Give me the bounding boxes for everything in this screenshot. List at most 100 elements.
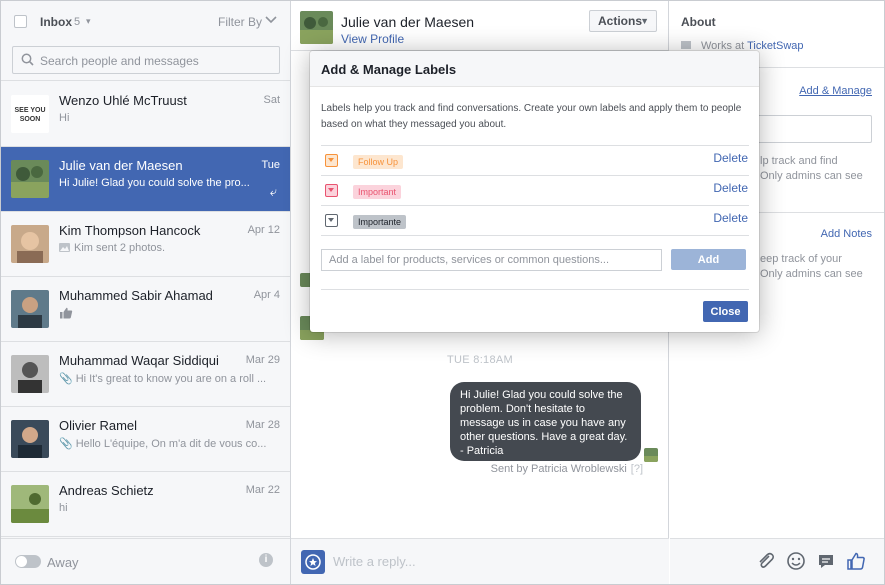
composer-tools	[670, 538, 884, 584]
avatar	[11, 160, 49, 198]
attachment-icon: 📎	[59, 438, 73, 450]
thread-snippet-text: Hi It's great to know you are on a roll …	[75, 373, 267, 385]
photo-icon	[59, 243, 70, 252]
sent-by-text: Sent by Patricia Wroblewski	[490, 463, 627, 475]
message-line: - Patricia	[460, 445, 504, 457]
caret-down-icon: ▼	[640, 16, 649, 26]
labels-help: lp track and find Only admins can see	[760, 154, 863, 184]
delete-label-button[interactable]: Delete	[713, 211, 748, 225]
attachment-icon: 📎	[59, 373, 73, 385]
label-tag: Importante	[353, 215, 407, 229]
label-dropdown-toggle[interactable]	[325, 214, 338, 227]
svg-text:SOON: SOON	[20, 116, 41, 123]
add-notes-link[interactable]: Add Notes	[821, 228, 872, 240]
thread-snippet-text: Kim sent 2 photos.	[74, 242, 166, 254]
thread-date: Mar 29	[245, 354, 280, 366]
search-icon	[21, 53, 34, 66]
label-tag: Follow Up	[353, 155, 404, 169]
away-toggle[interactable]	[15, 555, 41, 568]
thread-date: Mar 22	[245, 484, 280, 496]
thread-item-sabir[interactable]: Muhammed Sabir Ahamad Apr 4	[1, 277, 290, 342]
divider	[321, 289, 749, 290]
chevron-down-icon[interactable]	[265, 13, 277, 25]
thread-item-andreas[interactable]: Andreas Schietz Mar 22 hi	[1, 472, 290, 537]
thread-item-waqar[interactable]: Muhammad Waqar Siddiqui Mar 29 📎 Hi It's …	[1, 342, 290, 407]
thumbs-up-icon[interactable]	[846, 551, 866, 571]
thread-name: Andreas Schietz	[59, 483, 154, 498]
away-label: Away	[47, 555, 79, 570]
thread-name: Julie van der Maesen	[59, 158, 183, 173]
inbox-caret-icon[interactable]: ▾	[86, 16, 91, 27]
message-line: other questions. Have a great day.	[460, 431, 628, 443]
sent-by-help[interactable]: [?]	[631, 463, 643, 475]
notes-help-line: eep track of your	[760, 253, 842, 265]
label-dropdown-toggle[interactable]	[325, 184, 338, 197]
thread-name: Muhammed Sabir Ahamad	[59, 288, 213, 303]
compose-icon[interactable]	[301, 550, 325, 574]
inbox-label[interactable]: Inbox	[40, 15, 72, 29]
reply-arrow-icon: ⤶	[269, 184, 277, 199]
thread-item-julie[interactable]: Julie van der Maesen Tue Hi Julie! Glad …	[1, 147, 290, 212]
thread-snippet: 📎 Hi It's great to know you are on a roll…	[59, 372, 269, 385]
add-manage-labels-link[interactable]: Add & Manage	[799, 85, 872, 97]
thread-name: Muhammad Waqar Siddiqui	[59, 353, 219, 368]
actions-label: Actions	[598, 14, 643, 28]
dialog-title: Add & Manage Labels	[321, 62, 457, 77]
search-box[interactable]	[12, 46, 280, 74]
search-input[interactable]	[40, 51, 272, 70]
message-line: problem. Don't hesitate to	[460, 403, 586, 415]
label-row: Important Delete	[321, 175, 749, 205]
inbox-footer: Away i	[1, 538, 290, 584]
new-label-input[interactable]	[321, 249, 662, 271]
close-button[interactable]: Close	[703, 301, 748, 322]
thread-date: Apr 12	[247, 224, 280, 236]
thread-snippet: 📎 Hello L'équipe, On m'a dit de vous co..…	[59, 437, 269, 450]
avatar	[11, 485, 49, 523]
thread-item-wenzo[interactable]: SEE YOU SOON Wenzo Uhlé McTruust Sat Hi	[1, 82, 290, 147]
add-label-button[interactable]: Add	[671, 249, 746, 270]
thread-date: Tue	[261, 159, 280, 171]
delete-label-button[interactable]: Delete	[713, 181, 748, 195]
labels-help-line: Only admins can see	[760, 170, 863, 182]
inbox-header: Inbox 5 ▾ Filter By	[1, 1, 290, 81]
briefcase-icon	[681, 41, 691, 49]
avatar: SEE YOU SOON	[11, 95, 49, 133]
thread-snippet: Hi Julie! Glad you could solve the pro..…	[59, 177, 250, 189]
info-icon[interactable]: i	[259, 553, 273, 567]
emoji-icon[interactable]	[786, 551, 806, 571]
avatar	[11, 355, 49, 393]
thread-item-kim[interactable]: Kim Thompson Hancock Apr 12 Kim sent 2 p…	[1, 212, 290, 277]
thread-date: Apr 4	[253, 289, 280, 301]
attachment-icon[interactable]	[756, 551, 776, 571]
delete-label-button[interactable]: Delete	[713, 151, 748, 165]
thread-list: SEE YOU SOON Wenzo Uhlé McTruust Sat Hi J…	[1, 82, 290, 537]
saved-replies-icon[interactable]	[816, 551, 836, 571]
avatar[interactable]	[300, 11, 333, 44]
thread-date: Mar 28	[245, 419, 280, 431]
notes-help-line: Only admins can see	[760, 268, 863, 280]
filter-by-button[interactable]: Filter By	[218, 15, 262, 29]
inbox-pane: Inbox 5 ▾ Filter By SEE YOU SOON Wenzo Uh…	[1, 1, 291, 584]
label-dropdown-toggle[interactable]	[325, 154, 338, 167]
thread-snippet: hi	[59, 502, 68, 514]
avatar	[11, 225, 49, 263]
thread-snippet-text: Hello L'équipe, On m'a dit de vous co...	[75, 438, 267, 450]
thread-name: Olivier Ramel	[59, 418, 138, 433]
notes-help: eep track of your Only admins can see	[760, 252, 863, 282]
dialog-header: Add & Manage Labels	[310, 51, 759, 87]
view-profile-link[interactable]: View Profile	[341, 32, 404, 46]
message-line: message us in case you have any	[460, 417, 626, 429]
divider	[321, 235, 749, 236]
select-all-checkbox[interactable]	[14, 15, 27, 28]
message-bubble: Hi Julie! Glad you could solve the probl…	[450, 382, 641, 461]
conversation-header: Julie van der Maesen View Profile Action…	[291, 1, 669, 51]
avatar	[644, 448, 658, 462]
reply-input[interactable]	[333, 551, 533, 571]
inbox-count: 5	[74, 16, 81, 28]
thread-name: Kim Thompson Hancock	[59, 223, 201, 238]
actions-button[interactable]: Actions ▼	[589, 10, 657, 32]
thread-item-olivier[interactable]: Olivier Ramel Mar 28 📎 Hello L'équipe, On…	[1, 407, 290, 472]
sent-by: Sent by Patricia Wroblewski [?]	[491, 463, 643, 475]
labels-dialog: Add & Manage Labels Labels help you trac…	[310, 51, 759, 332]
labels-input[interactable]	[756, 115, 872, 143]
